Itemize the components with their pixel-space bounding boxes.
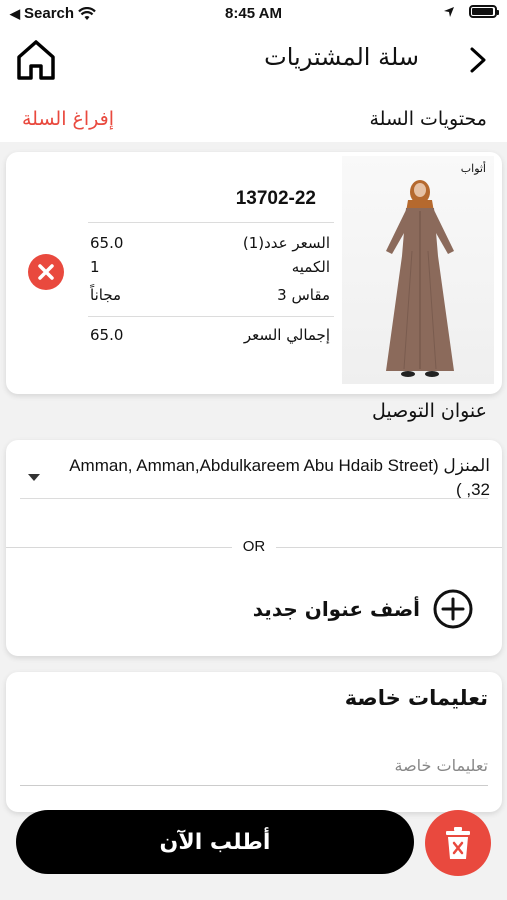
page-title: سلة المشتريات [264,43,419,71]
cart-section-label: محتويات السلة [369,108,488,130]
quantity-value: 1 [90,258,100,276]
notes-input[interactable] [20,746,488,786]
delete-cart-button[interactable] [425,810,491,876]
empty-cart-link[interactable]: إفراغ السلة [22,108,114,130]
divider [88,222,334,223]
close-icon [38,264,54,280]
notes-card: تعليمات خاصة [6,672,502,812]
status-right [443,5,499,18]
price-label: السعر عدد(1) [242,234,330,252]
delivery-address-title: عنوان التوصيل [371,400,487,422]
address-underline [20,498,488,499]
trash-icon [446,827,470,859]
status-bar: ◀ Search 8:45 AM [0,0,507,28]
order-now-label: أطلب الآن [159,829,271,855]
remove-item-button[interactable] [28,254,64,290]
total-value: 65.0 [90,326,124,344]
add-address-button[interactable]: أضف عنوان جديد [253,588,474,630]
header: سلة المشتريات [0,28,507,96]
plus-circle-icon [433,589,473,629]
back-chevron-icon[interactable] [467,46,489,74]
notes-title: تعليمات خاصة [344,686,488,710]
or-line-right [276,547,502,548]
product-image[interactable]: أثواب [342,156,494,384]
dropdown-caret-icon[interactable] [28,474,40,481]
total-label: إجمالي السعر [243,326,330,344]
address-card: المنزل (Amman, Amman,Abdulkareem Abu Hda… [6,440,502,656]
order-now-button[interactable]: أطلب الآن [16,810,414,874]
product-code: 13702-22 [235,188,316,209]
quantity-label: الكميه [291,258,330,276]
cart-item-card: أثواب 13702-22 السعر عدد(1) 65.0 الكميه … [6,152,502,394]
status-time: 8:45 AM [225,5,282,22]
brand-logo: أثواب [460,162,486,175]
address-select[interactable]: المنزل (Amman, Amman,Abdulkareem Abu Hda… [50,454,490,502]
location-arrow-icon [444,6,454,17]
dress-figure [386,180,454,377]
add-address-label: أضف عنوان جديد [252,597,420,621]
size-label: مقاس 3 [277,286,330,304]
home-icon[interactable] [14,38,58,82]
price-value: 65.0 [90,234,124,252]
cart-section-row: محتويات السلة إفراغ السلة [0,96,507,142]
or-separator: OR [6,536,502,560]
divider [88,316,334,317]
battery-icon [469,5,499,18]
size-value: مجاناً [90,286,122,304]
